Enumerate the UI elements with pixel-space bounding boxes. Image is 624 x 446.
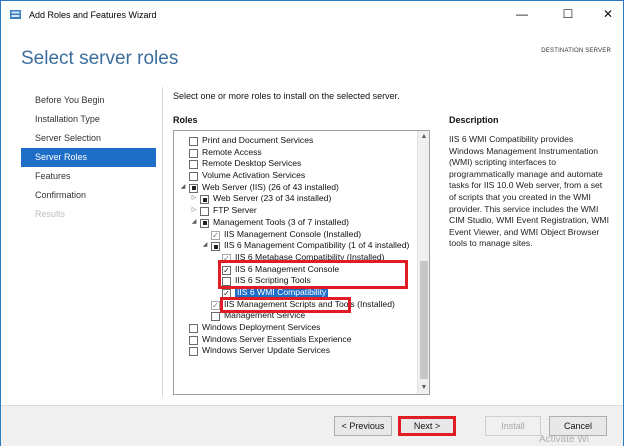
role-row[interactable]: Remote Desktop Services	[174, 158, 417, 170]
role-checkbox[interactable]: ✓	[211, 230, 220, 240]
role-label: FTP Server	[213, 205, 257, 216]
cancel-button[interactable]: Cancel	[549, 416, 607, 436]
close-icon[interactable]: ✕	[593, 4, 623, 24]
page-title: Select server roles	[21, 48, 179, 69]
role-checkbox[interactable]	[189, 148, 198, 158]
role-label: Volume Activation Services	[202, 170, 306, 181]
role-row[interactable]: ◢ IIS 6 Management Compatibility (1 of 4 …	[174, 240, 417, 252]
role-checkbox[interactable]	[200, 195, 209, 205]
collapse-icon[interactable]: ◢	[179, 182, 187, 194]
role-checkbox[interactable]	[200, 207, 209, 217]
next-button[interactable]: Next >	[398, 416, 456, 436]
role-row[interactable]: ◢ Web Server (IIS) (26 of 43 installed)	[174, 182, 417, 194]
role-row[interactable]: Windows Server Update Services	[174, 345, 417, 357]
role-checkbox[interactable]	[211, 242, 220, 252]
role-checkbox[interactable]: ✓	[211, 300, 220, 310]
role-checkbox[interactable]	[189, 160, 198, 170]
role-label: IIS 6 Management Console	[235, 263, 340, 274]
role-checkbox[interactable]: ✓	[222, 288, 231, 298]
role-label: Management Tools (3 of 7 installed)	[213, 216, 349, 227]
role-label: Remote Desktop Services	[202, 158, 302, 169]
roles-scrollbar[interactable]: ▲ ▼	[417, 131, 429, 394]
role-label: Management Service	[224, 310, 306, 321]
role-checkbox[interactable]	[189, 172, 198, 182]
nav-item-installation-type[interactable]: Installation Type	[21, 110, 156, 129]
expand-icon[interactable]: ▷	[190, 193, 198, 205]
role-row[interactable]: Volume Activation Services	[174, 170, 417, 182]
role-label: IIS 6 Scripting Tools	[235, 275, 311, 286]
expand-icon[interactable]: ▷	[190, 205, 198, 217]
role-label: Windows Deployment Services	[202, 322, 321, 332]
role-checkbox[interactable]	[189, 324, 198, 333]
install-button[interactable]: Install	[485, 416, 541, 436]
role-row[interactable]: Print and Document Services	[174, 135, 417, 147]
nav-item-server-roles[interactable]: Server Roles	[21, 148, 156, 167]
role-label: Remote Access	[202, 146, 262, 157]
role-checkbox[interactable]	[189, 347, 198, 357]
nav-item-server-selection[interactable]: Server Selection	[21, 129, 156, 148]
role-row[interactable]: ✓ IIS 6 Management Console	[174, 264, 417, 276]
role-label: Web Server (IIS) (26 of 43 installed)	[202, 181, 339, 192]
scroll-down-icon[interactable]: ▼	[418, 382, 429, 394]
destination-server-label: DESTINATION SERVER	[541, 48, 611, 54]
server-manager-icon	[9, 8, 22, 21]
role-row[interactable]: ▷ Web Server (23 of 34 installed)	[174, 193, 417, 205]
role-label: IIS 6 Management Compatibility (1 of 4 i…	[224, 240, 410, 251]
role-label: Windows Server Update Services	[202, 345, 330, 356]
nav-divider	[162, 87, 163, 397]
role-checkbox[interactable]	[189, 335, 198, 345]
role-label: Windows Server Essentials Experience	[202, 333, 352, 344]
role-label: Print and Document Services	[202, 135, 314, 145]
minimize-icon[interactable]: —	[507, 4, 537, 24]
nav-item-features[interactable]: Features	[21, 167, 156, 186]
role-row[interactable]: Windows Deployment Services	[174, 322, 417, 334]
role-checkbox[interactable]	[200, 218, 209, 228]
roles-list: Print and Document Services Remote Access…	[174, 135, 417, 357]
wizard-nav: Before You Begin Installation Type Server …	[21, 91, 156, 224]
role-row[interactable]: IIS 6 Scripting Tools	[174, 275, 417, 287]
role-checkbox[interactable]: ✓	[222, 265, 231, 275]
role-checkbox[interactable]: ✓	[222, 253, 231, 263]
roles-tree[interactable]: Print and Document Services Remote Access…	[173, 130, 430, 395]
role-checkbox[interactable]	[189, 137, 198, 146]
scroll-up-icon[interactable]: ▲	[418, 131, 429, 143]
role-label: IIS 6 WMI Compatibility	[235, 286, 329, 299]
role-row[interactable]: Windows Server Essentials Experience	[174, 334, 417, 346]
role-label: IIS Management Console (Installed)	[224, 228, 362, 239]
nav-item-confirmation[interactable]: Confirmation	[21, 186, 156, 205]
scroll-thumb[interactable]	[420, 261, 428, 379]
role-label: Web Server (23 of 34 installed)	[213, 193, 332, 204]
role-checkbox[interactable]	[189, 183, 198, 193]
window-title: Add Roles and Features Wizard	[29, 10, 157, 20]
role-row[interactable]: ◢ Management Tools (3 of 7 installed)	[174, 217, 417, 229]
role-checkbox[interactable]	[222, 277, 231, 287]
role-row[interactable]: ▷ FTP Server	[174, 205, 417, 217]
activation-watermark: Activate Wi	[539, 434, 590, 445]
description-text: IIS 6 WMI Compatibility provides Windows…	[449, 134, 609, 249]
role-label: IIS Management Scripts and Tools (Instal…	[224, 298, 395, 309]
collapse-icon[interactable]: ◢	[190, 217, 198, 229]
collapse-icon[interactable]: ◢	[201, 240, 209, 252]
role-label: IIS 6 Metabase Compatibility (Installed)	[235, 251, 385, 262]
title-bar: Add Roles and Features Wizard — ☐ ✕	[1, 1, 623, 30]
role-row[interactable]: ✓ IIS 6 WMI Compatibility	[174, 286, 417, 299]
role-row[interactable]: ✓ IIS Management Scripts and Tools (Insta…	[174, 299, 417, 311]
description-heading: Description	[449, 115, 499, 125]
role-row[interactable]: Management Service	[174, 310, 417, 322]
role-row[interactable]: ✓ IIS 6 Metabase Compatibility (Installed…	[174, 252, 417, 264]
wizard-window: Add Roles and Features Wizard — ☐ ✕ Sele…	[0, 0, 624, 446]
instruction-text: Select one or more roles to install on t…	[173, 91, 400, 101]
role-checkbox[interactable]	[211, 312, 220, 322]
nav-item-results: Results	[35, 209, 66, 219]
role-row[interactable]: Remote Access	[174, 147, 417, 159]
previous-button[interactable]: < Previous	[334, 416, 392, 436]
roles-heading: Roles	[173, 115, 198, 125]
nav-item-before-you-begin[interactable]: Before You Begin	[21, 91, 156, 110]
role-row[interactable]: ✓ IIS Management Console (Installed)	[174, 229, 417, 241]
maximize-icon[interactable]: ☐	[553, 4, 583, 24]
